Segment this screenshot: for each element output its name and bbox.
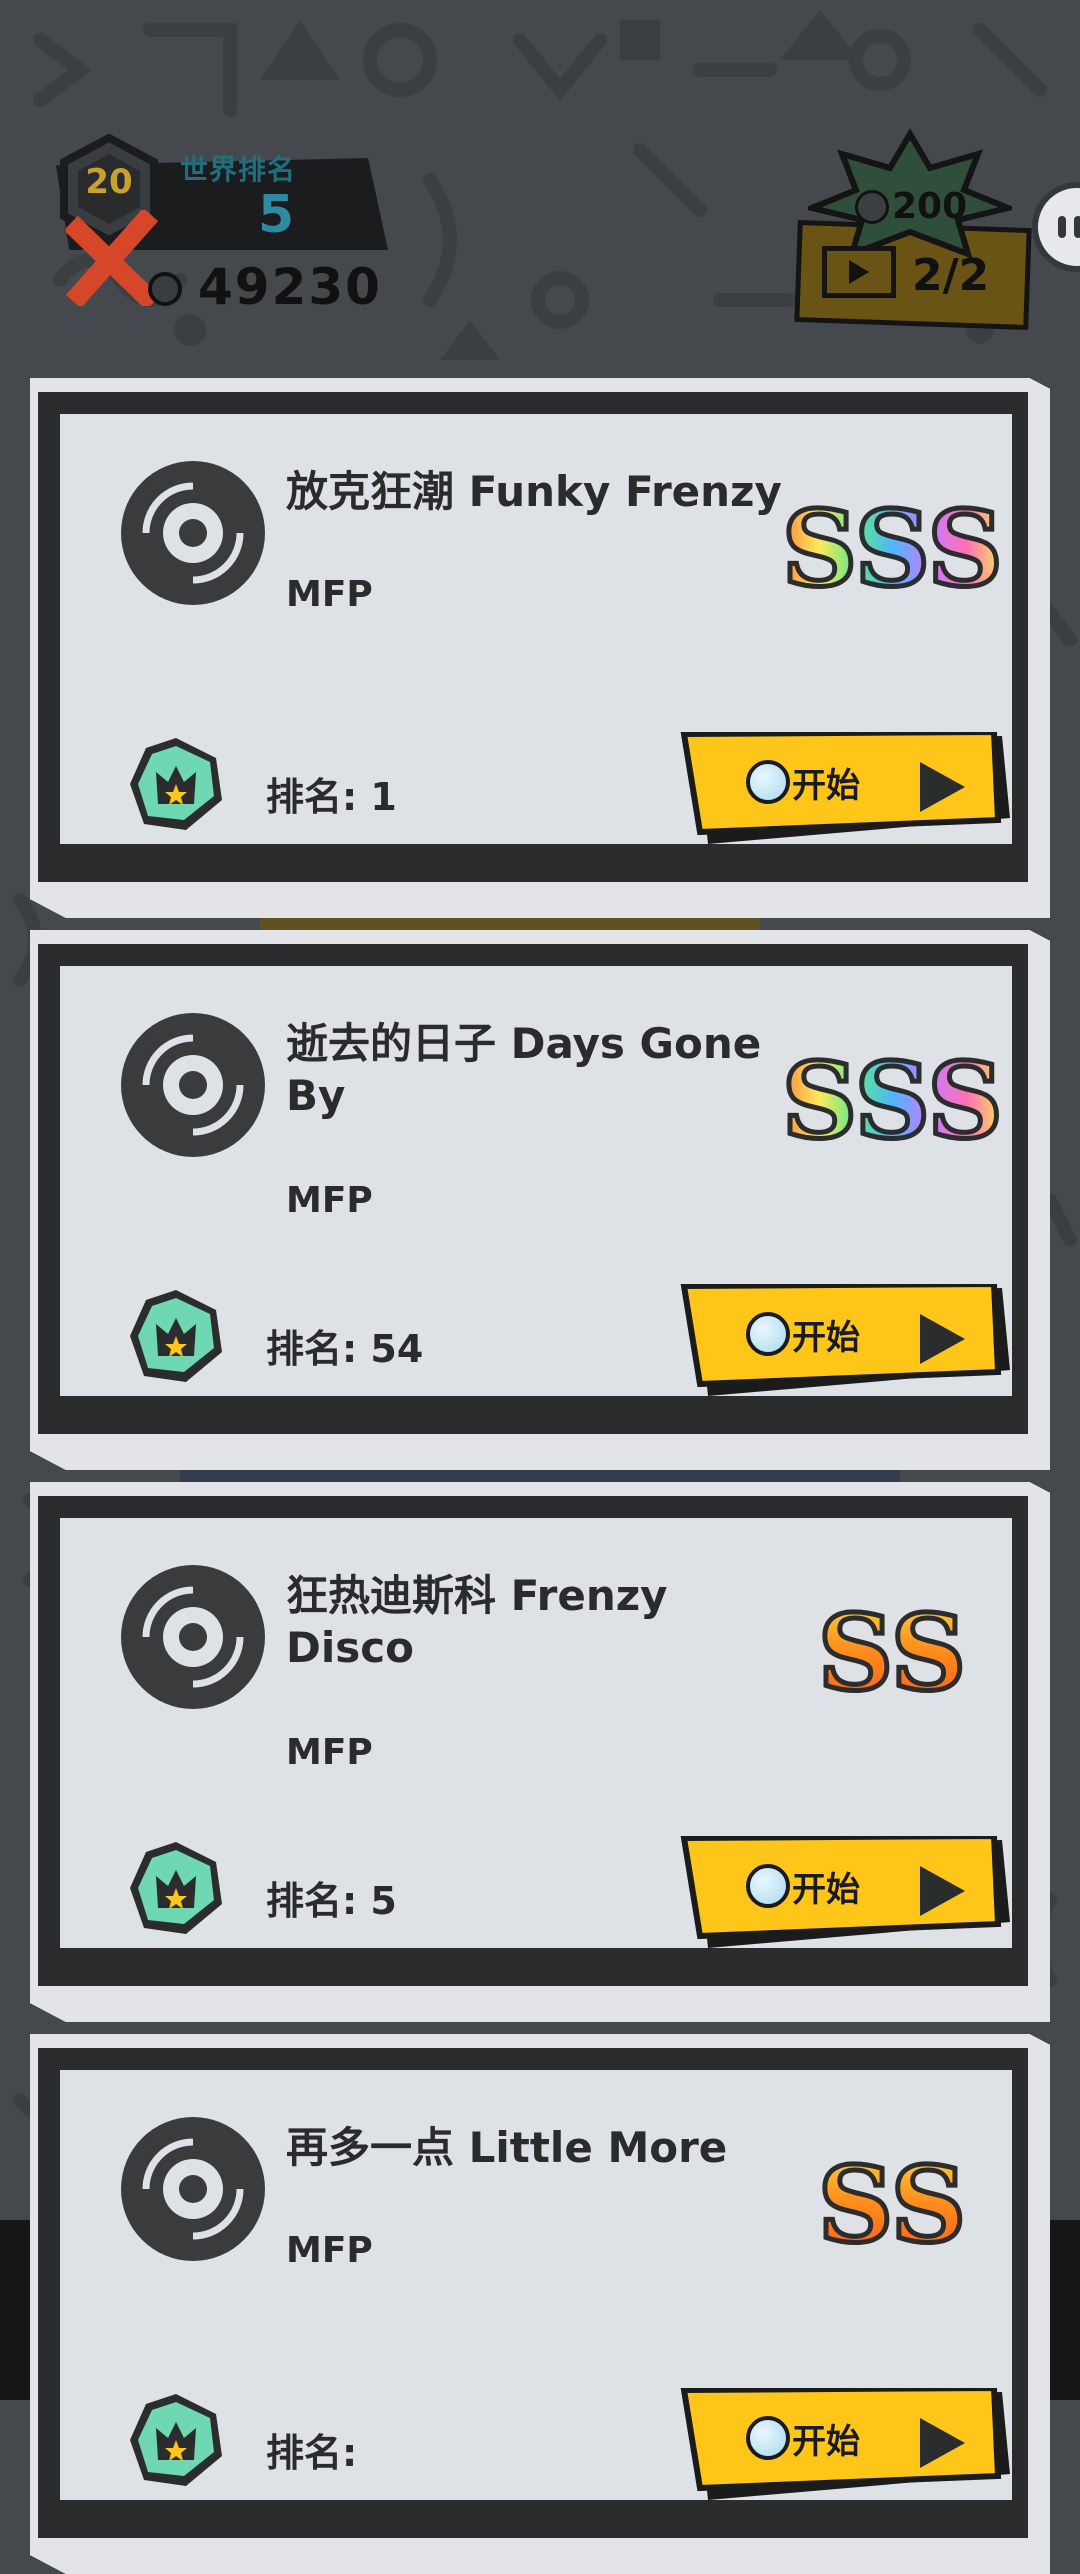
song-card-2[interactable]: 逝去的日子 Days Gone By MFP SSS 排名: 54 开始: [30, 930, 1050, 1470]
song-artist: MFP: [286, 1180, 373, 1221]
vinyl-disc-icon: [121, 461, 265, 605]
coin-icon: [148, 272, 182, 306]
song-title: 狂热迪斯科 Frenzy Disco: [286, 1571, 668, 1672]
song-title: 再多一点 Little More: [286, 2123, 728, 2172]
card-inner: 再多一点 Little More MFP SS 排名: 开始: [60, 2070, 1012, 2500]
song-rank: 排名: 54: [266, 1327, 424, 1371]
start-label: 开始: [792, 766, 860, 806]
song-artist: MFP: [286, 574, 373, 615]
energy-coin-icon: [855, 190, 889, 224]
player-level: 20: [85, 162, 133, 202]
song-title: 放克狂潮 Funky Frenzy: [286, 467, 782, 516]
rank-crown-badge-icon: [130, 1842, 222, 1934]
top-hud: 20 世界排名 5 49230 200 2/2: [0, 0, 1080, 370]
start-label: 开始: [792, 2422, 860, 2462]
song-artist: MFP: [286, 1732, 373, 1773]
start-button[interactable]: 开始: [680, 1836, 1014, 1954]
start-button[interactable]: 开始: [680, 2388, 1014, 2506]
play-ticket-icon: [822, 246, 896, 298]
song-rank: 排名:: [266, 2431, 358, 2475]
coin-icon: [746, 1864, 790, 1908]
start-label: 开始: [792, 1870, 860, 1910]
card-inner: 狂热迪斯科 Frenzy Disco MFP SS 排名: 5 开始: [60, 1518, 1012, 1948]
grade-badge: SS: [816, 1591, 969, 1714]
coin-total: 49230: [198, 258, 382, 316]
grade-badge: SSS: [780, 487, 1006, 610]
card-frame: 再多一点 Little More MFP SS 排名: 开始: [38, 2048, 1028, 2538]
song-rank: 排名: 5: [266, 1879, 397, 1923]
grade-badge: SSS: [780, 1039, 1006, 1162]
vinyl-disc-icon: [121, 1565, 265, 1709]
rank-crown-badge-icon: [130, 1290, 222, 1382]
world-rank-label: 世界排名: [180, 153, 297, 186]
card-frame: 逝去的日子 Days Gone By MFP SSS 排名: 54 开始: [38, 944, 1028, 1434]
energy-cost: 200: [892, 186, 968, 227]
card-frame: 狂热迪斯科 Frenzy Disco MFP SS 排名: 5 开始: [38, 1496, 1028, 1986]
coin-icon: [746, 2416, 790, 2460]
grade-badge: SS: [816, 2143, 969, 2266]
card-inner: 放克狂潮 Funky Frenzy MFP SSS 排名: 1 开始: [60, 414, 1012, 844]
start-button[interactable]: 开始: [680, 1284, 1014, 1402]
rank-crown-badge-icon: [130, 2394, 222, 2486]
chat-bubble-icon[interactable]: [1032, 182, 1080, 272]
rank-crown-badge-icon: [130, 738, 222, 830]
energy-count: 2/2: [912, 250, 990, 301]
world-rank-value: 5: [258, 185, 295, 245]
vinyl-disc-icon: [121, 1013, 265, 1157]
song-title: 逝去的日子 Days Gone By: [286, 1019, 762, 1120]
card-frame: 放克狂潮 Funky Frenzy MFP SSS 排名: 1 开始: [38, 392, 1028, 882]
song-card-4[interactable]: 再多一点 Little More MFP SS 排名: 开始: [30, 2034, 1050, 2574]
start-button[interactable]: 开始: [680, 732, 1014, 850]
coin-icon: [746, 1312, 790, 1356]
coin-icon: [746, 760, 790, 804]
song-rank: 排名: 1: [266, 775, 397, 819]
song-artist: MFP: [286, 2230, 373, 2271]
song-card-3[interactable]: 狂热迪斯科 Frenzy Disco MFP SS 排名: 5 开始: [30, 1482, 1050, 2022]
vinyl-disc-icon: [121, 2117, 265, 2261]
card-inner: 逝去的日子 Days Gone By MFP SSS 排名: 54 开始: [60, 966, 1012, 1396]
start-label: 开始: [792, 1318, 860, 1358]
song-card-1[interactable]: 放克狂潮 Funky Frenzy MFP SSS 排名: 1 开始: [30, 378, 1050, 918]
